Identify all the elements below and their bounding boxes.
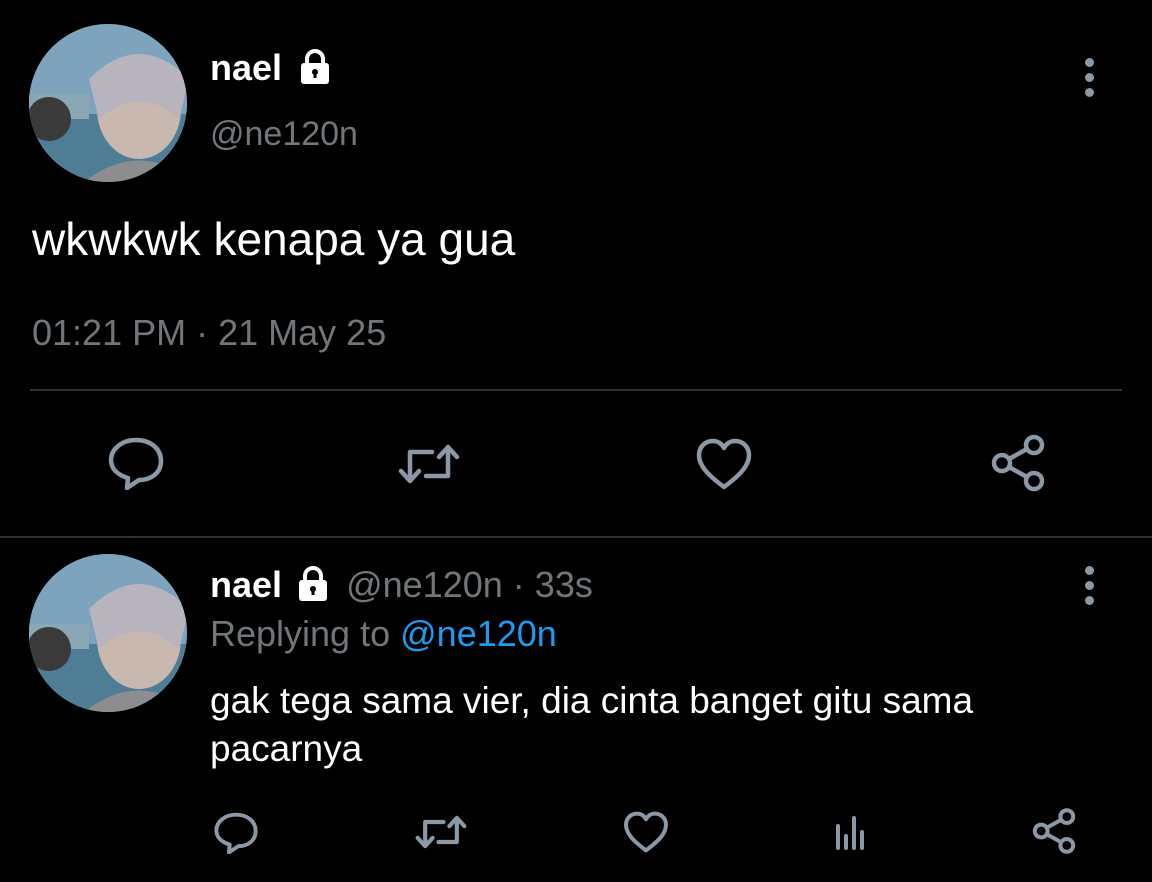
- like-button[interactable]: [688, 434, 760, 494]
- retweet-button[interactable]: [410, 808, 472, 856]
- avatar-photo: [29, 24, 187, 182]
- tweet-date: 21 May 25: [218, 312, 387, 353]
- tweet-text-line: gak tega sama vier, dia cinta banget git…: [210, 680, 974, 721]
- avatar[interactable]: [29, 24, 187, 182]
- tweet-text: wkwkwk kenapa ya gua: [32, 213, 516, 265]
- author-handle[interactable]: @ne120n: [210, 113, 358, 155]
- more-dot: [1084, 596, 1094, 605]
- like-icon: [624, 811, 668, 853]
- reply-button[interactable]: [100, 432, 172, 492]
- author-handle[interactable]: @ne120n: [346, 564, 503, 605]
- tweet-time: 01:21 PM: [32, 312, 187, 353]
- retweet-icon: [415, 815, 467, 849]
- more-dot: [1084, 73, 1094, 82]
- retweet-button[interactable]: [393, 436, 465, 492]
- tweet-timestamp: 01:21 PM · 21 May 25: [32, 310, 386, 356]
- reply-button[interactable]: [208, 806, 264, 858]
- more-dot: [1084, 566, 1094, 575]
- more-options-button[interactable]: [1083, 566, 1095, 605]
- replying-to: Replying to @ne120n: [210, 612, 557, 656]
- share-icon: [991, 434, 1045, 492]
- more-dot: [1084, 58, 1094, 67]
- reply-header: nael @ne120n · 33s: [210, 563, 593, 607]
- more-options-button[interactable]: [1083, 58, 1095, 97]
- author-name-text: nael: [210, 47, 283, 88]
- more-dot: [1084, 88, 1094, 97]
- retweet-icon: [398, 444, 460, 484]
- author-name[interactable]: nael: [210, 46, 334, 90]
- reply-icon: [214, 812, 258, 854]
- divider: [30, 389, 1122, 391]
- lock-icon: [301, 49, 330, 85]
- avatar-photo: [29, 554, 187, 712]
- share-button[interactable]: [982, 432, 1054, 494]
- like-icon: [696, 438, 752, 490]
- replying-handle-link[interactable]: @ne120n: [400, 613, 557, 654]
- section-divider: [0, 536, 1152, 538]
- analytics-icon: [836, 816, 864, 850]
- share-button[interactable]: [1026, 804, 1082, 858]
- tweet-text: gak tega sama vier, dia cinta banget git…: [210, 677, 973, 773]
- avatar[interactable]: [29, 554, 187, 712]
- author-name-text[interactable]: nael: [210, 564, 282, 605]
- more-dot: [1084, 581, 1094, 590]
- reply-icon: [108, 437, 164, 490]
- timestamp-separator: ·: [196, 312, 209, 353]
- like-button[interactable]: [618, 806, 674, 858]
- analytics-button[interactable]: [822, 806, 878, 858]
- share-icon: [1032, 808, 1076, 854]
- tweet-text-line: pacarnya: [210, 728, 363, 769]
- lock-icon: [299, 566, 328, 602]
- header-separator: ·: [512, 564, 525, 605]
- replying-prefix: Replying to: [210, 613, 391, 654]
- tweet-age: 33s: [534, 564, 593, 605]
